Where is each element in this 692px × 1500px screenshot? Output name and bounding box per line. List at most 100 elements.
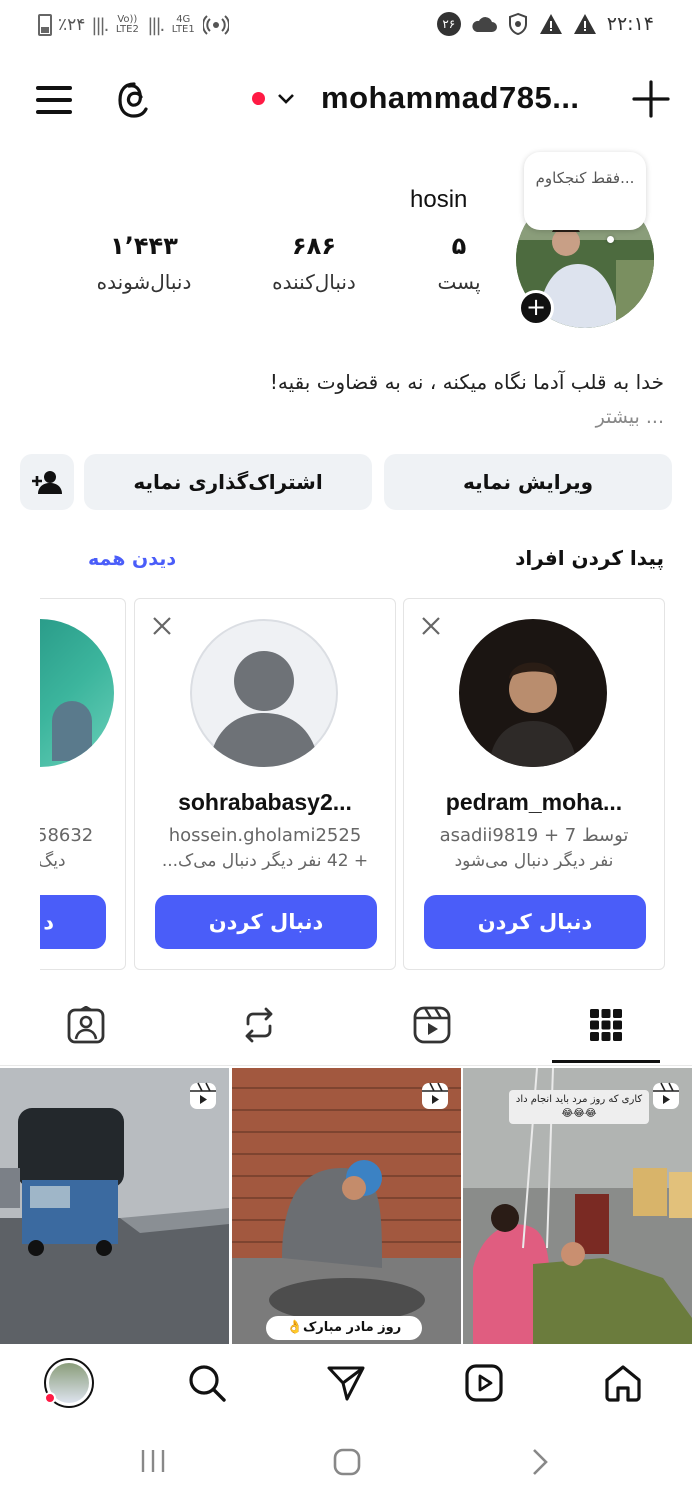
top-app-bar: mohammad785... [0, 66, 692, 136]
suggestion-username[interactable]: pedram_moha... [404, 789, 664, 816]
nav-direct[interactable] [321, 1358, 371, 1408]
suggestion-mutual-more: + 42 نفر دیگر دنبال می‌ک... [161, 851, 369, 871]
stat-label: دنبال‌شونده [96, 270, 192, 294]
profile-username: mohammad785... [321, 80, 580, 115]
close-icon[interactable] [420, 615, 442, 637]
search-icon [189, 1365, 226, 1402]
hotspot-icon [203, 15, 230, 35]
note-tail [607, 236, 614, 243]
stat-followers[interactable]: ۶۸۶ دنبال‌کننده [256, 232, 372, 294]
tab-reposts[interactable] [234, 1000, 284, 1050]
stat-value: ۶۸۶ [292, 232, 336, 260]
system-navigation [0, 1424, 692, 1500]
display-name: hosin [410, 186, 468, 213]
default-avatar-icon [190, 619, 338, 767]
stat-following[interactable]: ۱٬۴۴۳ دنبال‌شونده [84, 232, 204, 294]
grid-post[interactable]: کاری که روز مرد باید انجام داد 😂😂😂 [463, 1068, 692, 1344]
clock: ۲۲:۱۴ [606, 13, 654, 35]
stat-value: ۵ [451, 232, 467, 260]
home-icon [605, 1365, 641, 1402]
grid-post[interactable]: روز مادر مبارک👌 [232, 1068, 461, 1344]
signal-bars-icon: |||. [147, 14, 165, 36]
bio-more-link[interactable]: ... بیشتر [596, 406, 664, 428]
home-button-icon[interactable] [333, 1448, 361, 1476]
close-icon[interactable] [151, 615, 173, 637]
cloud-icon [472, 17, 497, 32]
suggestion-avatar[interactable] [190, 619, 338, 767]
status-right: ۲۶ ۲۲:۱۴ [436, 12, 654, 36]
battery-icon [38, 14, 52, 36]
suggestion-card[interactable]: sohrababasy2... hossein.gholami2525 + 42… [134, 598, 396, 970]
stat-value: ۱٬۴۴۳ [110, 232, 178, 260]
bottom-navigation [0, 1344, 692, 1424]
reel-icon [422, 1082, 448, 1109]
suggestion-avatar[interactable] [40, 619, 114, 767]
signal-bars-icon: |||. [91, 14, 109, 36]
stat-posts[interactable]: ۵ پست [416, 232, 502, 294]
nav-home[interactable] [598, 1358, 648, 1408]
nav-search[interactable] [182, 1358, 232, 1408]
stat-label: دنبال‌کننده [272, 270, 356, 294]
profile-tabs [0, 990, 692, 1066]
follow-button[interactable]: دنبال کردن [424, 895, 646, 949]
add-story-button[interactable]: + [518, 290, 554, 326]
account-switcher[interactable]: mohammad785... [252, 80, 580, 116]
status-left: ٪۲۴ |||. Vo)) LTE2 |||. 4G LTE1 [38, 12, 230, 38]
tab-reels[interactable] [407, 1000, 457, 1050]
warning-icon [539, 14, 562, 34]
notification-dot [252, 91, 265, 105]
tab-posts[interactable] [581, 1000, 631, 1050]
suggestion-card[interactable]: pedram_moha... توسط asadii9819 + 7 نفر د… [403, 598, 665, 970]
reel-icon [190, 1082, 216, 1109]
stat-label: پست [437, 270, 481, 294]
recent-apps-icon[interactable] [140, 1448, 166, 1474]
follow-button[interactable]: دنبال کردن [155, 895, 377, 949]
discover-people-title: پیدا کردن افراد [515, 546, 664, 570]
active-tab-indicator [552, 1060, 660, 1063]
back-icon[interactable] [530, 1448, 550, 1476]
reel-icon [653, 1082, 679, 1109]
follow-button[interactable]: د [40, 895, 106, 949]
menu-icon[interactable] [36, 84, 72, 116]
suggestion-mutual: hossein.gholami2525 [168, 825, 362, 846]
post-caption-overlay: کاری که روز مرد باید انجام داد 😂😂😂 [509, 1090, 649, 1124]
network-label-1: Vo)) LTE2 [115, 14, 139, 35]
threads-icon[interactable] [114, 80, 154, 120]
suggestion-mutual: توسط asadii9819 + 7 [439, 825, 629, 846]
chevron-down-icon [278, 94, 294, 104]
profile-note[interactable]: فقط کنجکاوم... [524, 152, 646, 230]
suggestion-avatar[interactable] [459, 619, 607, 767]
nav-reels[interactable] [459, 1358, 509, 1408]
shield-icon [508, 12, 527, 36]
add-person-icon [32, 471, 62, 494]
edit-profile-button[interactable]: ویرایش نمایه [384, 454, 672, 510]
suggestion-card-partial[interactable]: 58632 دیگ د [40, 598, 126, 970]
suggestion-username[interactable]: sohrababasy2... [135, 789, 395, 816]
notification-count-badge: ۲۶ [436, 12, 461, 36]
battery-percent: ٪۲۴ [58, 15, 86, 35]
reels-icon [413, 1006, 451, 1044]
tagged-person-icon [67, 1006, 105, 1044]
notification-dot [44, 1392, 56, 1404]
grid-post[interactable] [0, 1068, 229, 1344]
reels-icon [465, 1364, 503, 1402]
suggestion-mutual-more: نفر دیگر دنبال می‌شود [454, 851, 614, 871]
suggestion-photo [459, 619, 607, 767]
profile-bio: خدا به قلب آدما نگاه میکنه ، نه به قضاوت… [269, 370, 664, 394]
status-bar: ٪۲۴ |||. Vo)) LTE2 |||. 4G LTE1 ۲۶ ۲۲:۱۴ [0, 0, 692, 52]
profile-avatar-small [44, 1358, 94, 1408]
suggestion-mutual: 58632 [40, 825, 94, 846]
network-label-2: 4G LTE1 [171, 14, 195, 35]
send-icon [327, 1366, 365, 1401]
suggestion-mutual-more: دیگ [40, 851, 66, 871]
see-all-link[interactable]: دیدن همه [88, 548, 176, 570]
tab-tagged[interactable] [61, 1000, 111, 1050]
grid-icon [590, 1009, 622, 1041]
share-profile-button[interactable]: اشتراک‌گذاری نمایه [84, 454, 372, 510]
post-caption-overlay: روز مادر مبارک👌 [266, 1316, 422, 1340]
create-plus-icon[interactable] [632, 80, 670, 118]
discover-people-button[interactable] [20, 454, 74, 510]
warning-icon [573, 14, 596, 34]
repost-icon [245, 1007, 273, 1043]
nav-profile[interactable] [44, 1358, 94, 1408]
